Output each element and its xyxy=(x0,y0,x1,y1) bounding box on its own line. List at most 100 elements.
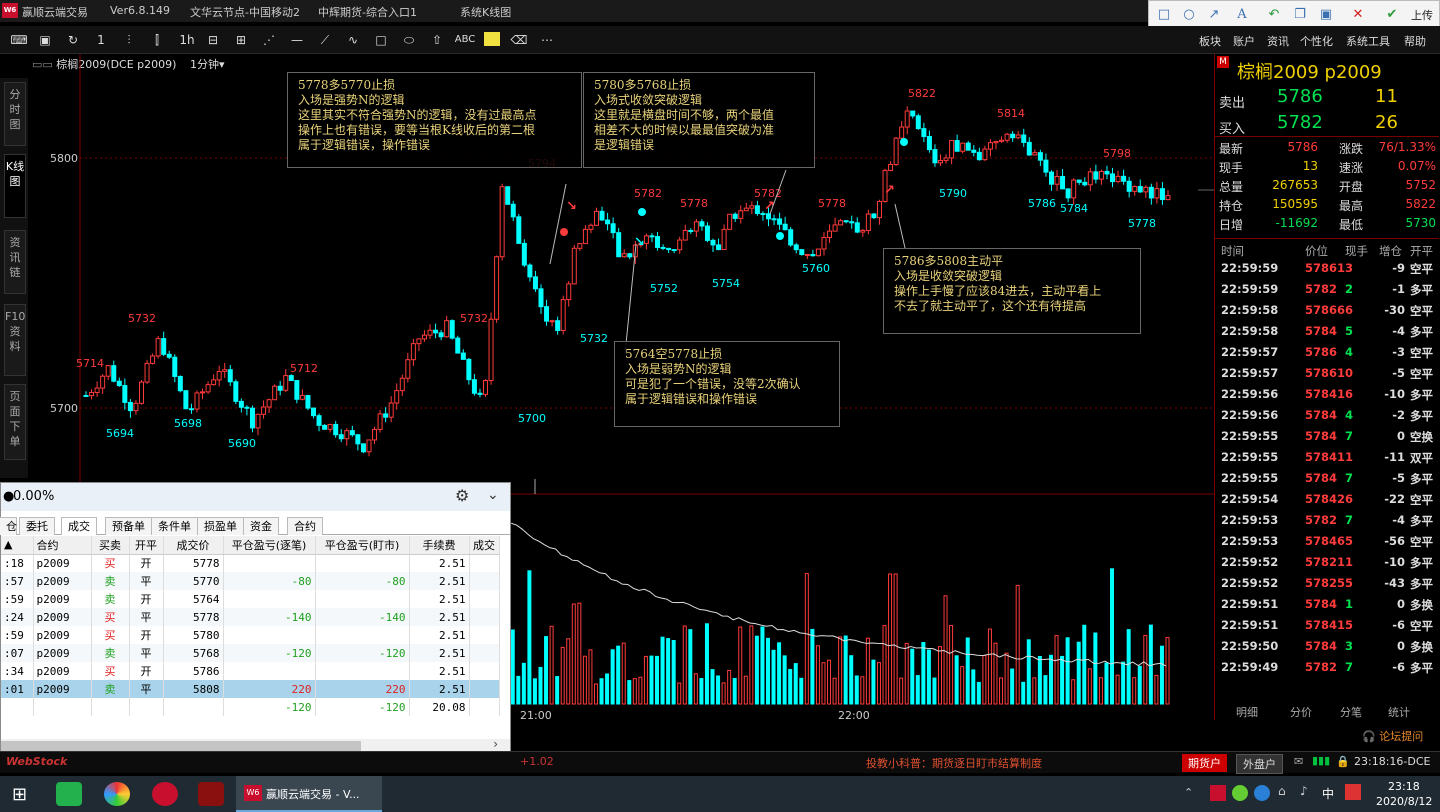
node-label[interactable]: 文华云节点-中国移动2 xyxy=(190,4,300,20)
fill-row[interactable]: :24 p2009 买平 5778 -140 -140 2.51 xyxy=(1,608,500,626)
tray-app-icon[interactable] xyxy=(1345,784,1361,800)
fill-row[interactable]: :59 p2009 买开 5780 2.51 xyxy=(1,626,500,644)
tick-row[interactable]: 22:59:55 5784 11 -11 双平 xyxy=(1215,447,1439,468)
copy-icon[interactable]: ❐ xyxy=(1291,6,1309,24)
refresh-icon[interactable]: ↻ xyxy=(64,31,82,49)
wave-icon[interactable]: ∿ xyxy=(344,31,362,49)
text-abc-button[interactable]: ABC xyxy=(452,31,478,49)
tick-row[interactable]: 22:59:53 5784 65 -56 空平 xyxy=(1215,531,1439,552)
taskbar-date[interactable]: 2020/8/12 xyxy=(1376,795,1432,808)
fill-row[interactable]: :18 p2009 买开 5778 2.51 xyxy=(1,554,500,572)
tick-row[interactable]: 22:59:58 5786 66 -30 空平 xyxy=(1215,300,1439,321)
hline-icon[interactable]: — xyxy=(288,31,306,49)
undo-icon[interactable]: ↶ xyxy=(1265,6,1283,24)
tick-row[interactable]: 22:59:57 5786 10 -5 空平 xyxy=(1215,363,1439,384)
ime-indicator[interactable]: 中 xyxy=(1322,785,1334,802)
trade-marker[interactable] xyxy=(776,232,784,240)
tab-stats[interactable]: 统计 xyxy=(1388,704,1410,720)
close-icon[interactable]: ✕ xyxy=(1349,6,1367,24)
upload-button[interactable]: 上传 xyxy=(1411,7,1433,23)
save-icon[interactable]: ▣ xyxy=(1317,6,1335,24)
sell-price[interactable]: 5786 xyxy=(1277,86,1323,107)
taskbar-time[interactable]: 23:18 xyxy=(1388,780,1420,793)
futures-account-button[interactable]: 期货户 xyxy=(1182,754,1227,772)
settings-gear-icon[interactable]: ⚙ xyxy=(455,486,469,505)
menu-news[interactable]: 资讯 xyxy=(1267,33,1289,49)
tray-chevron-icon[interactable]: ⌃ xyxy=(1184,786,1193,799)
trade-marker[interactable] xyxy=(638,208,646,216)
news-ticker[interactable]: 投教小科普：期货逐日盯市结算制度 xyxy=(866,755,1042,771)
menu-account[interactable]: 账户 xyxy=(1233,33,1255,49)
tray-w6-icon[interactable] xyxy=(1210,785,1226,801)
tray-network-icon[interactable]: ⌂ xyxy=(1278,784,1286,798)
tick-row[interactable]: 22:59:51 5784 15 -6 空平 xyxy=(1215,615,1439,636)
tick-row[interactable]: 22:59:56 5784 16 -10 多平 xyxy=(1215,384,1439,405)
tick-row[interactable]: 22:59:52 5782 11 -10 多平 xyxy=(1215,552,1439,573)
more-icon[interactable]: ⋯ xyxy=(538,31,556,49)
color-swatch[interactable] xyxy=(484,32,500,46)
menu-personalize[interactable]: 个性化 xyxy=(1300,33,1333,49)
menu-sector[interactable]: 板块 xyxy=(1199,33,1221,49)
tab-detail[interactable]: 明细 xyxy=(1236,704,1258,720)
tick-row[interactable]: 22:59:58 5784 5 -4 多平 xyxy=(1215,321,1439,342)
layout-icon[interactable]: ⊞ xyxy=(232,31,250,49)
fill-row[interactable]: :57 p2009 卖平 5770 -80 -80 2.51 xyxy=(1,572,500,590)
tab-fills[interactable]: 成交 xyxy=(61,517,97,535)
forum-link[interactable]: 🎧 论坛提问 xyxy=(1362,728,1423,744)
tick-row[interactable]: 22:59:53 5782 7 -4 多平 xyxy=(1215,510,1439,531)
check-icon[interactable]: ✔ xyxy=(1383,6,1401,24)
fill-row[interactable]: :01 p2009 卖平 5808 220 220 2.51 xyxy=(1,680,500,698)
trade-marker[interactable] xyxy=(900,138,908,146)
tick-row[interactable]: 22:59:55 5784 7 -5 多平 xyxy=(1215,468,1439,489)
tick-row[interactable]: 22:59:59 5782 2 -1 多平 xyxy=(1215,279,1439,300)
browser-icon[interactable] xyxy=(104,782,130,806)
tab-price[interactable]: 分价 xyxy=(1290,704,1312,720)
tick-row[interactable]: 22:59:59 5786 13 -9 空平 xyxy=(1215,258,1439,279)
eraser-icon[interactable]: ⌫ xyxy=(510,31,528,49)
fill-row[interactable]: :59 p2009 卖开 5764 2.51 xyxy=(1,590,500,608)
rect-draw-icon[interactable]: □ xyxy=(372,31,390,49)
tick-row[interactable]: 22:59:56 5784 4 -2 多平 xyxy=(1215,405,1439,426)
rectangle-tool-icon[interactable]: □ xyxy=(1155,6,1173,24)
period-1-button[interactable]: 1 xyxy=(92,31,110,49)
tick-row[interactable]: 22:59:54 5784 26 -22 空平 xyxy=(1215,489,1439,510)
app-flag-icon[interactable] xyxy=(198,782,224,806)
tick-row[interactable]: 22:59:57 5786 4 -3 空平 xyxy=(1215,342,1439,363)
tab-conditional[interactable]: 条件单 xyxy=(151,517,198,535)
tab-contracts[interactable]: 合约 xyxy=(287,517,323,535)
tick-row[interactable]: 22:59:52 5782 55 -43 多平 xyxy=(1215,573,1439,594)
lock-icon[interactable]: 🔒 xyxy=(1336,755,1350,768)
buy-price[interactable]: 5782 xyxy=(1277,112,1323,133)
tab-funds[interactable]: 资金 xyxy=(243,517,279,535)
arrow-tool-icon[interactable]: ↗ xyxy=(1205,6,1223,24)
save-layout-icon[interactable]: ▣ xyxy=(36,31,54,49)
line-tool-icon[interactable]: ⟋ xyxy=(316,31,334,49)
text-tool-icon[interactable]: A xyxy=(1233,6,1251,24)
tick-row[interactable]: 22:59:51 5784 1 0 多换 xyxy=(1215,594,1439,615)
tab-orders[interactable]: 委托 xyxy=(19,517,55,535)
tick-row[interactable]: 22:59:49 5782 7 -6 多平 xyxy=(1215,657,1439,678)
broker-label[interactable]: 中辉期货-综合入口1 xyxy=(318,4,417,20)
menu-system-tools[interactable]: 系统工具 xyxy=(1346,33,1390,49)
tab-stoploss[interactable]: 损盈单 xyxy=(197,517,244,535)
dotted-line-icon[interactable]: ⋰ xyxy=(260,31,278,49)
mail-icon[interactable]: ✉ xyxy=(1294,755,1303,768)
tray-wechat-icon[interactable] xyxy=(1232,785,1248,801)
windows-start-icon[interactable]: ⊞ xyxy=(12,784,27,805)
period-10-icon[interactable]: ⫿ xyxy=(148,31,166,49)
tick-row[interactable]: 22:59:55 5784 7 0 空换 xyxy=(1215,426,1439,447)
tick-row[interactable]: 22:59:50 5784 3 0 多换 xyxy=(1215,636,1439,657)
fill-row[interactable]: :34 p2009 买开 5786 2.51 xyxy=(1,662,500,680)
foreign-account-button[interactable]: 外盘户 xyxy=(1236,754,1283,774)
taskbar-active-app[interactable]: W6 赢顺云端交易 - V... xyxy=(236,776,382,812)
collapse-chevron-icon[interactable]: ⌄ xyxy=(487,487,499,503)
tray-bluetooth-icon[interactable] xyxy=(1254,785,1270,801)
tray-volume-icon[interactable]: ♪ xyxy=(1300,784,1308,798)
fill-row[interactable]: :07 p2009 卖平 5768 -120 -120 2.51 xyxy=(1,644,500,662)
ellipse-tool-icon[interactable]: ○ xyxy=(1180,6,1198,24)
tab-ticks[interactable]: 分笔 xyxy=(1340,704,1362,720)
keyboard-icon[interactable]: ⌨ xyxy=(10,31,28,49)
split-icon[interactable]: ⊟ xyxy=(204,31,222,49)
up-arrow-icon[interactable]: ⇧ xyxy=(428,31,446,49)
period-3-icon[interactable]: ⫶ xyxy=(120,31,138,49)
